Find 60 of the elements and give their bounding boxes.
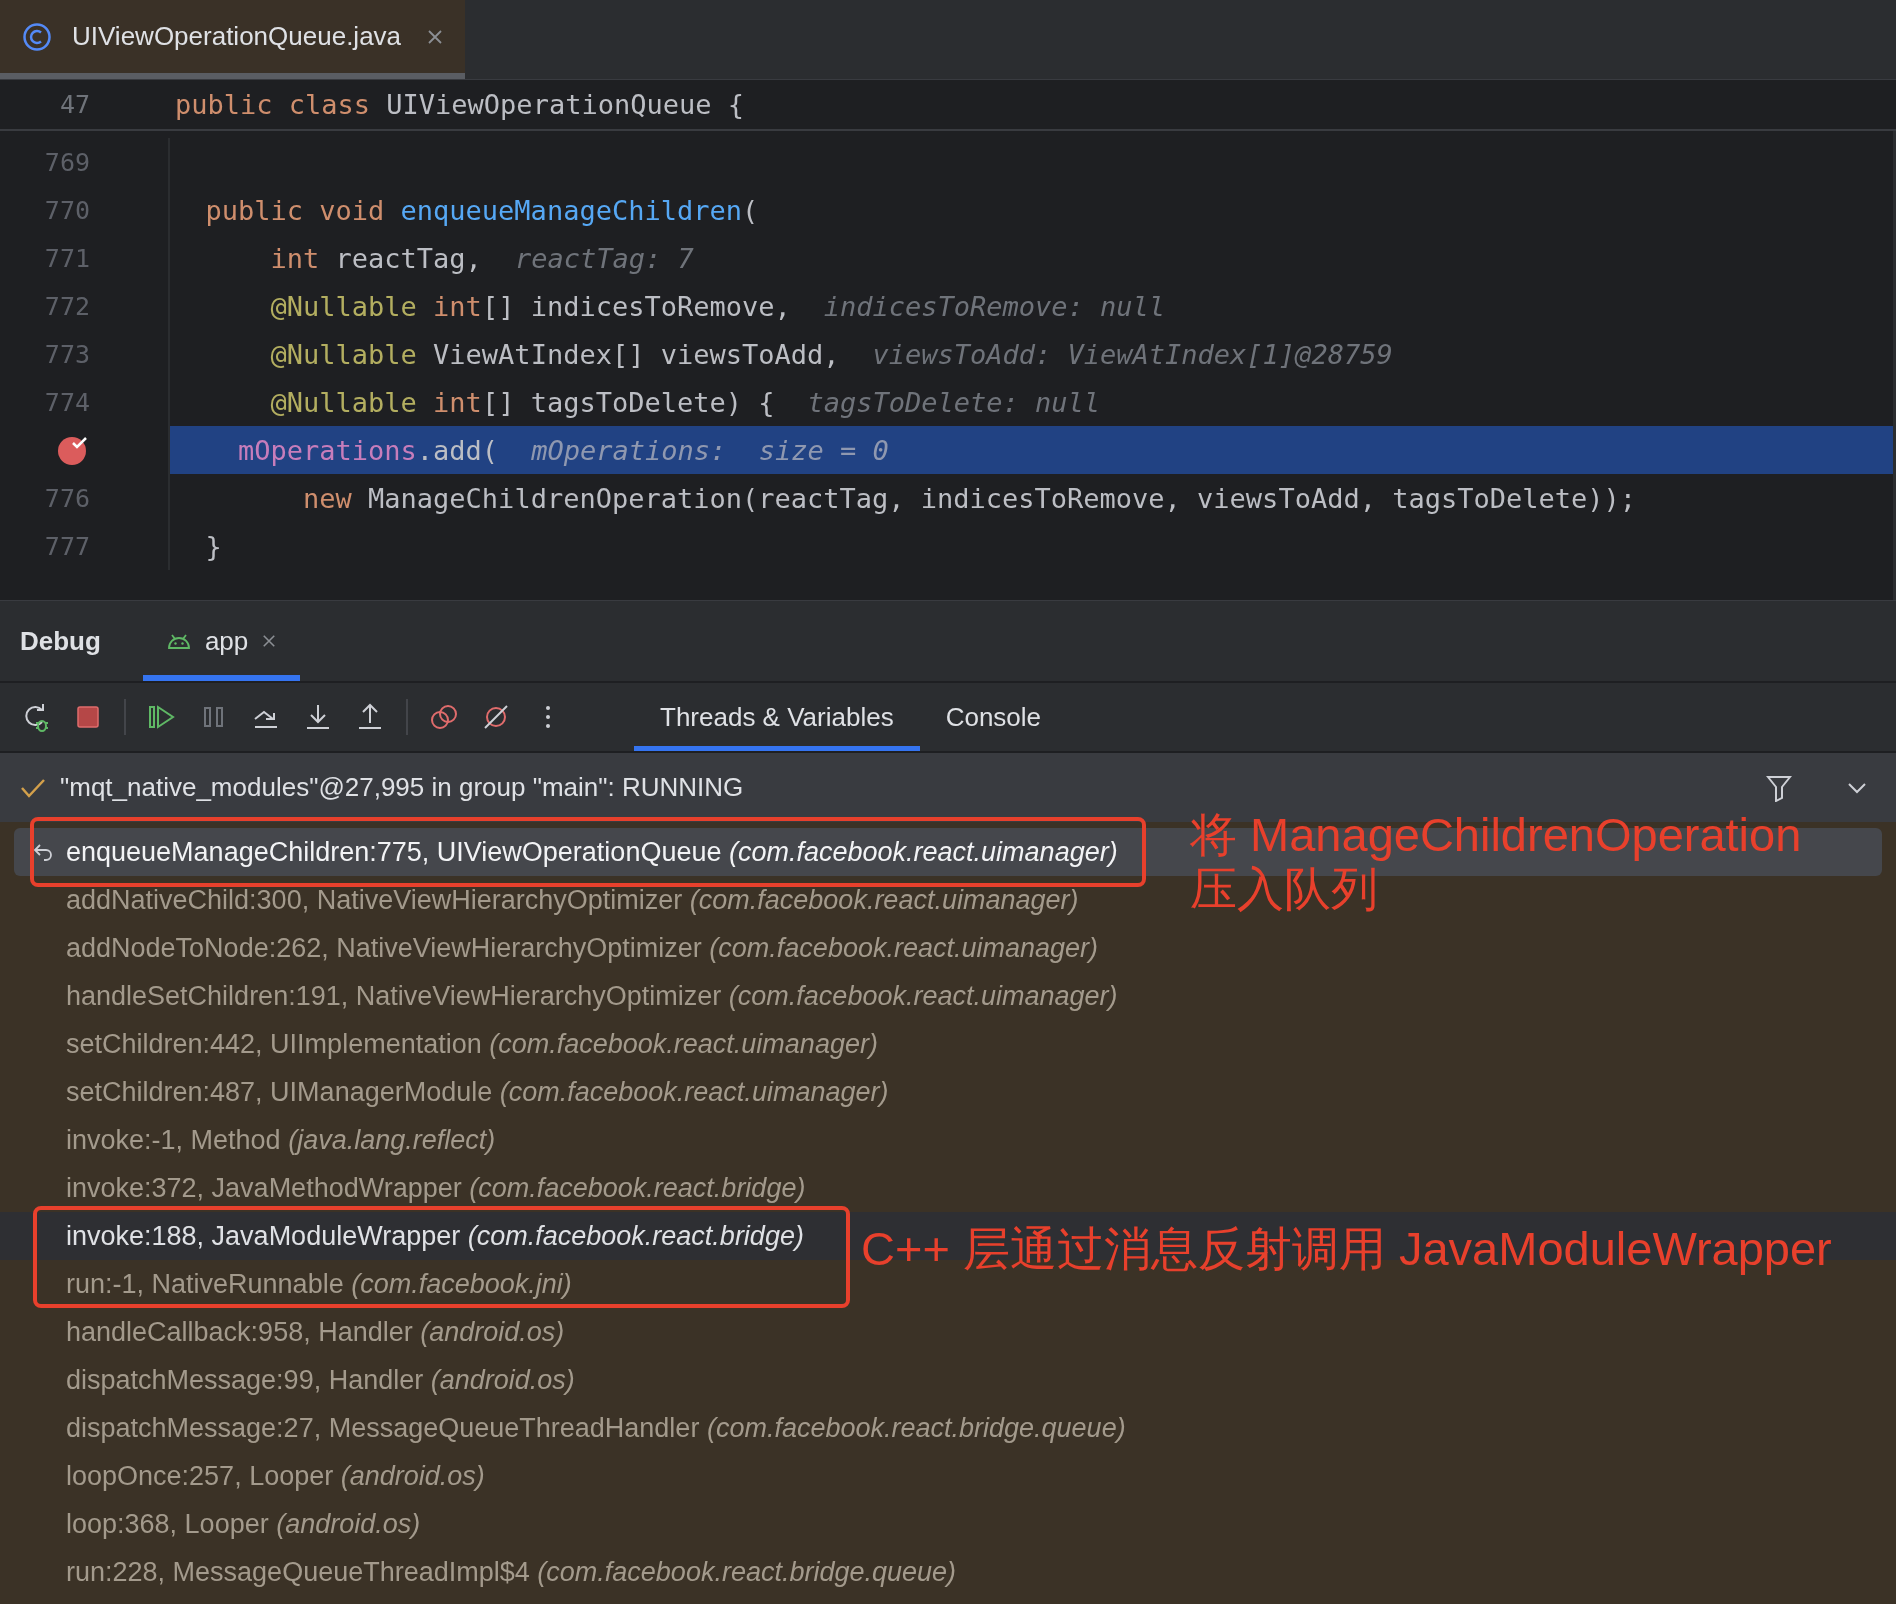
annotation-text: C++ 层通过消息反射调用 JavaModuleWrapper [861, 1222, 1832, 1276]
code-token: } [204, 530, 222, 562]
inline-value-hint: indicesToRemove: null [823, 290, 1166, 322]
panel-title: Debug [20, 625, 101, 657]
code-token: @Nullable [269, 338, 418, 370]
stack-frame[interactable]: invoke:-1, Method (java.lang.reflect) [66, 1124, 496, 1156]
code-token: public void [204, 194, 386, 226]
code-token: public class [175, 89, 372, 120]
stack-frame[interactable]: addNativeChild:300, NativeViewHierarchyOptimizer (com.facebook.react.uimanager) [66, 884, 1079, 916]
android-icon [166, 632, 191, 650]
line-number: 776 [44, 483, 90, 513]
code-token: [] indicesToRemove, [481, 290, 791, 322]
view-tab[interactable]: Console [919, 683, 1068, 751]
code-token: .add( [416, 434, 499, 466]
close-icon[interactable] [427, 28, 443, 45]
filter-icon[interactable] [1766, 773, 1792, 802]
inline-value-hint: viewsToAdd: ViewAtIndex[1]@28759 [872, 338, 1393, 370]
stack-frame[interactable]: loopOnce:257, Looper (android.os) [66, 1460, 485, 1492]
code-token: ViewAtIndex[] viewsToAdd, [433, 338, 840, 370]
line-number: 47 [58, 90, 90, 119]
line-number: 770 [44, 195, 90, 225]
inline-value-hint: reactTag: 7 [514, 242, 694, 274]
line-number: 774 [44, 387, 90, 417]
code-token: reactTag, [335, 242, 482, 274]
code-token: int [433, 290, 482, 322]
stack-frame[interactable]: setChildren:487, UIManagerModule (com.facebook.react.uimanager) [66, 1076, 889, 1108]
code-token: [] tagsToDelete) { [481, 386, 775, 418]
close-icon[interactable] [262, 634, 277, 648]
code-token: ManageChildrenOperation(reactTag, indicesToRemove, viewsToAdd, tagsToDelete)); [368, 482, 1636, 514]
inline-value-hint: tagsToDelete: null [807, 386, 1101, 418]
code-token: @Nullable [269, 290, 418, 322]
return-arrow-icon [32, 842, 54, 862]
editor-tab[interactable]: UIViewOperationQueue.java [0, 0, 465, 79]
line-number: 777 [44, 531, 90, 561]
code-token: @Nullable [269, 386, 418, 418]
stack-frame[interactable]: addNodeToNode:262, NativeViewHierarchyOptimizer (com.facebook.react.uimanager) [66, 932, 1099, 964]
stack-frame[interactable]: invoke:372, JavaMethodWrapper (com.facebook.react.bridge) [66, 1172, 806, 1204]
stack-frame[interactable]: handleSetChildren:191, NativeViewHierarchyOptimizer (com.facebook.react.uimanager) [66, 980, 1118, 1012]
annotation-text: 将 ManageChildrenOperation 压入队列 [1190, 808, 1802, 916]
line-number: 771 [44, 243, 90, 273]
line-number: 769 [44, 147, 90, 177]
code-token: new [302, 482, 353, 514]
chevron-down-icon[interactable] [1846, 780, 1868, 795]
stack-frame[interactable]: handleCallback:958, Handler (android.os) [66, 1316, 565, 1348]
code-token: int [433, 386, 482, 418]
stack-frame[interactable]: setChildren:442, UIImplementation (com.facebook.react.uimanager) [66, 1028, 878, 1060]
line-number: 772 [44, 291, 90, 321]
stack-frame[interactable]: dispatchMessage:27, MessageQueueThreadHandler (com.facebook.react.bridge.queue) [66, 1412, 1126, 1444]
inline-value-hint: mOperations: size = 0 [531, 434, 889, 466]
stack-frame[interactable]: dispatchMessage:99, Handler (android.os) [66, 1364, 575, 1396]
code-token: mOperations [237, 434, 417, 466]
class-icon [22, 21, 52, 52]
stack-frame[interactable]: run:228, MessageQueueThreadImpl$4 (com.facebook.react.bridge.queue) [66, 1556, 957, 1588]
code-token: ( [741, 194, 759, 226]
stack-frame[interactable]: run:-1, NativeRunnable (com.facebook.jni) [66, 1268, 572, 1300]
code-token: enqueueManageChildren [400, 194, 742, 226]
stack-frame[interactable]: loop:368, Looper (android.os) [66, 1508, 421, 1540]
code-token: int [269, 242, 321, 274]
code-token: UIViewOperationQueue { [386, 89, 744, 120]
line-number: 773 [44, 339, 90, 369]
